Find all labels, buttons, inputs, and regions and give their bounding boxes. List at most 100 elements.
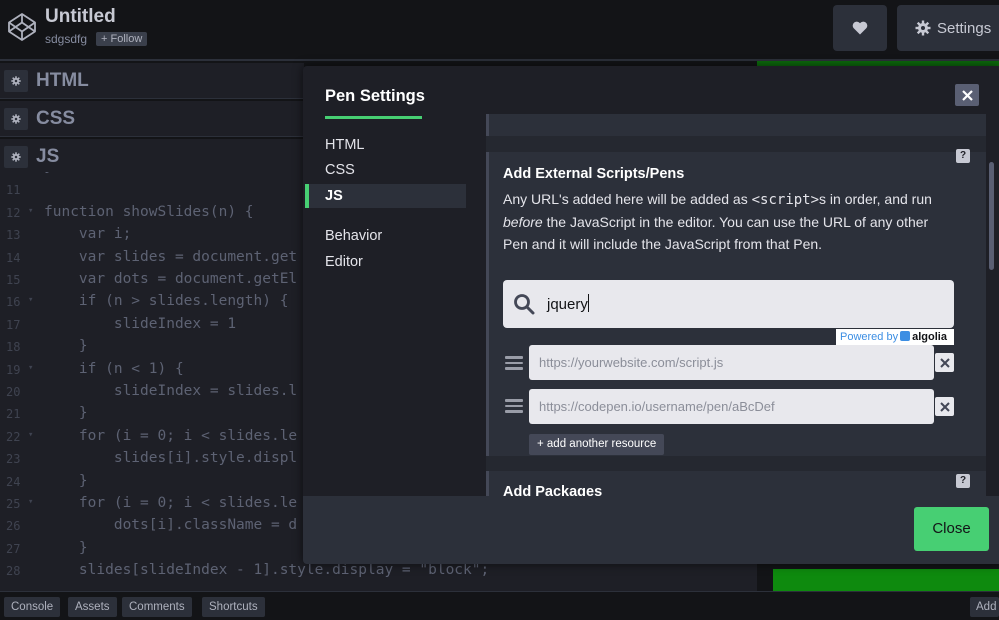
close-icon <box>939 401 950 412</box>
line-number: 23 <box>6 452 21 467</box>
gear-icon <box>11 113 21 124</box>
follow-button[interactable]: + Follow <box>96 32 148 46</box>
code-line[interactable]: 28 slides[slideIndex - 1].style.display … <box>0 561 757 583</box>
fold-arrow-icon[interactable]: ▾ <box>28 295 33 305</box>
line-number: 17 <box>6 317 21 332</box>
settings-nav-css[interactable]: CSS <box>305 158 466 182</box>
code-text: slideIndex = 1 <box>44 315 237 332</box>
powered-by-algolia[interactable]: Powered by algolia <box>836 329 954 345</box>
line-number: 13 <box>6 228 21 243</box>
close-icon <box>961 89 973 101</box>
settings-scrollbar[interactable] <box>989 162 994 270</box>
code-text: slides[slideIndex - 1].style.display = "… <box>44 562 490 579</box>
js-pane-label: JS <box>36 145 60 167</box>
comments-button[interactable]: Comments <box>122 597 192 617</box>
shortcuts-button[interactable]: Shortcuts <box>202 597 265 617</box>
code-text: slides[i].style.displ <box>44 450 298 467</box>
fold-arrow-icon[interactable]: ▾ <box>28 206 33 216</box>
html-pane-header[interactable]: HTML <box>0 63 304 99</box>
code-text: var i; <box>44 226 132 243</box>
fold-arrow-icon[interactable]: ▾ <box>28 497 33 507</box>
heart-icon <box>852 21 868 35</box>
line-number: 14 <box>6 250 21 265</box>
css-pane-settings-button[interactable] <box>4 107 28 130</box>
modal-footer: Close <box>303 496 999 564</box>
code-text: slideIndex = slides.l <box>44 383 298 399</box>
pen-owner[interactable]: sdgsdfg <box>45 32 87 46</box>
settings-content: Add External Scripts/Pens ? Any URL's ad… <box>486 114 986 496</box>
html-pane-label: HTML <box>36 69 89 91</box>
code-text: } <box>44 338 88 355</box>
settings-button[interactable]: Settings <box>897 5 999 51</box>
settings-nav-html[interactable]: HTML <box>305 133 466 157</box>
heart-button[interactable] <box>833 5 887 51</box>
remove-resource-1-button[interactable] <box>935 353 954 372</box>
css-pane-header[interactable]: CSS <box>0 101 304 137</box>
code-text: var slides = document.get <box>44 248 298 265</box>
remove-resource-2-button[interactable] <box>935 397 954 416</box>
codepen-logo-icon[interactable] <box>6 11 38 43</box>
html-pane-settings-button[interactable] <box>4 69 28 92</box>
pen-title[interactable]: Untitled <box>45 6 116 28</box>
code-text: if (n < 1) { <box>44 360 184 377</box>
gear-icon <box>11 151 21 162</box>
js-pane-header[interactable]: JS <box>0 139 304 175</box>
line-number: 15 <box>6 273 21 287</box>
line-number: 19 <box>6 362 21 377</box>
fold-arrow-icon[interactable]: ▾ <box>28 430 33 440</box>
help-icon[interactable]: ? <box>956 474 970 488</box>
line-number: 21 <box>6 407 21 422</box>
add-button[interactable]: Add <box>970 597 999 617</box>
resource-search-input[interactable]: jquery <box>503 280 954 328</box>
search-value: jquery <box>547 294 589 313</box>
line-number: 18 <box>6 340 21 355</box>
resource-url-input-2[interactable]: https://codepen.io/username/pen/aBcDef <box>529 389 934 424</box>
fold-arrow-icon[interactable]: ▾ <box>28 363 33 373</box>
help-icon[interactable]: ? <box>956 149 970 163</box>
line-number: 10 <box>6 172 28 175</box>
search-icon <box>514 294 535 315</box>
code-text: for (i = 0; i < slides.le <box>44 427 298 444</box>
settings-nav-editor[interactable]: Editor <box>305 250 466 274</box>
script-tag-code: <script> <box>751 192 820 208</box>
pen-settings-modal: Pen Settings HTML CSS JS Behavior Editor… <box>303 66 999 564</box>
external-scripts-section: Add External Scripts/Pens ? Any URL's ad… <box>486 149 986 456</box>
modal-close-button[interactable] <box>955 84 979 106</box>
previous-section-end <box>486 114 986 136</box>
close-icon <box>939 357 950 368</box>
settings-nav-js[interactable]: JS <box>305 184 466 208</box>
resource-url-input-1[interactable]: https://yourwebsite.com/script.js <box>529 345 934 380</box>
section2-title: Add Packages <box>503 484 603 496</box>
gear-icon <box>915 20 931 36</box>
add-another-resource-button[interactable]: + add another resource <box>529 434 665 455</box>
code-text: } <box>44 472 88 489</box>
line-number: 28 <box>6 564 21 579</box>
algolia-logo-icon <box>900 331 911 341</box>
assets-button[interactable]: Assets <box>68 597 117 617</box>
drag-handle-icon[interactable] <box>505 399 523 416</box>
settings-label: Settings <box>937 19 992 37</box>
code-text: var dots = document.getEl <box>44 271 298 287</box>
console-button[interactable]: Console <box>4 597 61 617</box>
js-pane-settings-button[interactable] <box>4 145 28 168</box>
close-button[interactable]: Close <box>914 507 989 551</box>
code-text: } <box>44 172 53 175</box>
code-text: } <box>44 405 88 422</box>
css-pane-label: CSS <box>36 107 76 129</box>
modal-title: Pen Settings <box>325 87 425 105</box>
settings-nav-behavior[interactable]: Behavior <box>305 224 466 248</box>
line-number: 12 <box>6 205 21 220</box>
section-description: Any URL's added here will be added as <s… <box>503 191 932 252</box>
code-text: dots[i].className = d <box>44 517 298 534</box>
code-text: } <box>44 539 88 556</box>
line-number: 11 <box>6 183 21 198</box>
line-number: 25 <box>6 497 21 511</box>
line-number: 16 <box>6 295 21 310</box>
modal-title-underline <box>325 116 422 119</box>
preview-green-block <box>773 569 999 591</box>
line-number: 24 <box>6 474 21 489</box>
line-number: 27 <box>6 541 21 556</box>
line-number: 22 <box>6 429 21 444</box>
before-emphasis: before <box>503 214 543 230</box>
drag-handle-icon[interactable] <box>505 356 523 373</box>
